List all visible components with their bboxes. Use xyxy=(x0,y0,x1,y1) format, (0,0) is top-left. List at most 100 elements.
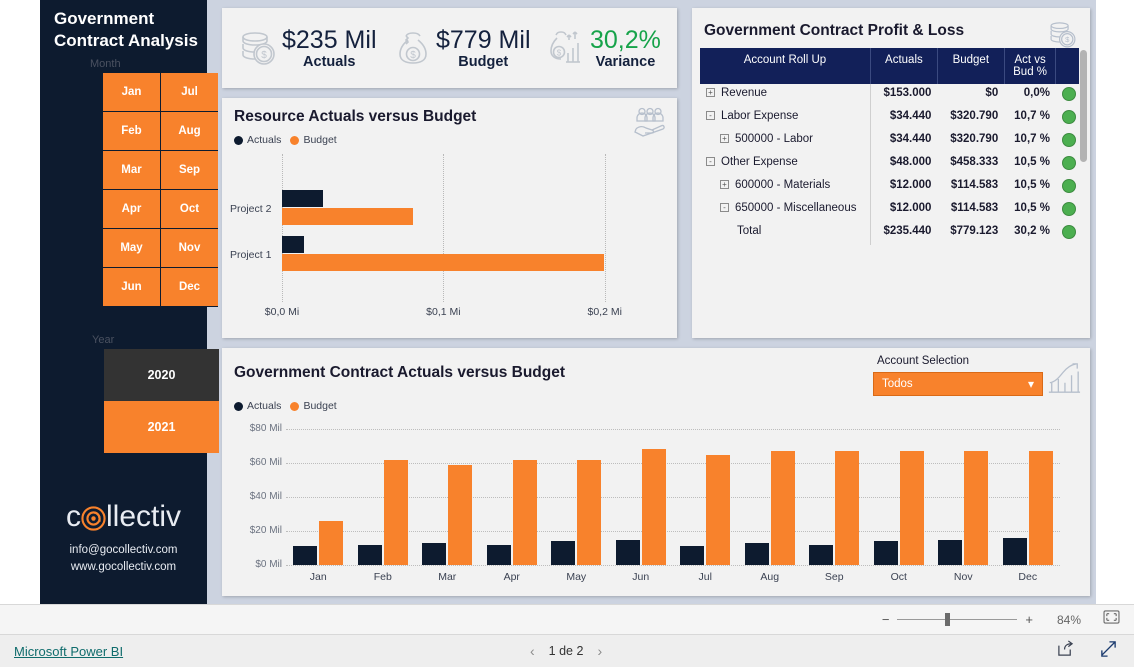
bar-actuals-project-2[interactable] xyxy=(282,190,324,207)
table-row[interactable]: - Other Expense $48.000 $458.333 10,5 % xyxy=(700,153,1082,176)
share-icon[interactable] xyxy=(1056,640,1075,662)
bar-actuals-dec[interactable] xyxy=(1002,537,1027,565)
bar-actuals-project-1[interactable] xyxy=(282,236,304,253)
bar-actuals-jun[interactable] xyxy=(615,539,640,565)
table-row[interactable]: - Labor Expense $34.440 $320.790 10,7 % xyxy=(700,107,1082,130)
bar-actuals-jul[interactable] xyxy=(680,546,705,565)
bar-budget-jan[interactable] xyxy=(319,520,344,565)
kpi-actuals: $ $235 Mil Actuals xyxy=(236,8,377,88)
collapse-icon[interactable]: - xyxy=(706,157,715,166)
resource-chart-panel: Resource Actuals versus Budget Actuals B… xyxy=(222,98,677,338)
month-slicer-label: Month xyxy=(90,58,121,70)
bar-budget-project-1[interactable] xyxy=(282,254,605,271)
kpi-variance: $ 30,2% Variance xyxy=(544,8,661,88)
kpi-actuals-value: $235 Mil xyxy=(282,26,377,54)
year-slicer[interactable]: 2020 2021 xyxy=(104,349,219,453)
contact-email: info@gocollectiv.com xyxy=(69,544,178,556)
collapse-icon[interactable]: - xyxy=(706,111,715,120)
zoom-slider-thumb[interactable] xyxy=(945,613,951,626)
pl-cell-account: -650000 - Miscellaneous xyxy=(700,199,871,222)
x-axis-tick-label: Aug xyxy=(760,571,780,583)
pl-table-scrollbar[interactable] xyxy=(1079,48,1088,331)
month-button-may[interactable]: May xyxy=(103,229,160,268)
expand-icon[interactable]: + xyxy=(706,88,715,97)
bar-actuals-jan[interactable] xyxy=(293,546,318,565)
bar-actuals-feb[interactable] xyxy=(357,544,382,565)
year-button-2021[interactable]: 2021 xyxy=(104,401,219,453)
month-button-sep[interactable]: Sep xyxy=(161,151,218,190)
month-button-nov[interactable]: Nov xyxy=(161,229,218,268)
month-button-apr[interactable]: Apr xyxy=(103,190,160,229)
pl-table-container[interactable]: Account Roll Up Actuals Budget Act vs Bu… xyxy=(700,48,1082,331)
bar-budget-feb[interactable] xyxy=(383,459,408,565)
y-axis-category-label: Project 1 xyxy=(230,249,272,261)
microsoft-power-bi-link[interactable]: Microsoft Power BI xyxy=(14,644,123,659)
pl-table: Account Roll Up Actuals Budget Act vs Bu… xyxy=(700,48,1082,245)
bar-budget-apr[interactable] xyxy=(512,459,537,565)
bar-actuals-mar[interactable] xyxy=(422,542,447,565)
month-button-jan[interactable]: Jan xyxy=(103,73,160,112)
month-button-dec[interactable]: Dec xyxy=(161,268,218,307)
table-row[interactable]: +600000 - Materials $12.000 $114.583 10,5 % xyxy=(700,176,1082,199)
month-button-jul[interactable]: Jul xyxy=(161,73,218,112)
bar-actuals-may[interactable] xyxy=(551,541,576,565)
col-act-vs-bud[interactable]: Act vs Bud % xyxy=(1004,48,1057,84)
month-button-mar[interactable]: Mar xyxy=(103,151,160,190)
money-growth-icon: $ xyxy=(544,25,590,71)
chevron-right-icon[interactable]: › xyxy=(597,643,602,659)
expand-icon[interactable]: + xyxy=(720,180,729,189)
status-badge xyxy=(1061,110,1076,124)
kpi-actuals-label: Actuals xyxy=(303,54,356,70)
bar-budget-mar[interactable] xyxy=(448,464,473,565)
pl-scrollbar-thumb[interactable] xyxy=(1080,50,1087,162)
table-row[interactable]: + Revenue $153.000 $0 0,0% xyxy=(700,84,1082,107)
col-budget[interactable]: Budget xyxy=(937,48,1005,84)
bar-actuals-sep[interactable] xyxy=(809,544,834,565)
bar-actuals-apr[interactable] xyxy=(486,544,511,565)
x-axis-tick-label: Sep xyxy=(824,571,844,583)
col-actuals[interactable]: Actuals xyxy=(870,48,938,84)
month-button-oct[interactable]: Oct xyxy=(161,190,218,229)
expand-icon[interactable]: + xyxy=(720,134,729,143)
bar-budget-may[interactable] xyxy=(577,459,602,565)
chevron-left-icon[interactable]: ‹ xyxy=(530,643,535,659)
fullscreen-icon[interactable] xyxy=(1099,640,1118,663)
bar-budget-nov[interactable] xyxy=(964,451,989,565)
zoom-slider-track[interactable] xyxy=(897,613,1018,626)
pl-cell-pct: 10,7 % xyxy=(1004,130,1056,153)
pl-cell-pct: 10,5 % xyxy=(1004,153,1056,176)
fit-to-page-icon[interactable] xyxy=(1103,610,1120,629)
zoom-out-button[interactable]: − xyxy=(882,612,890,627)
month-button-feb[interactable]: Feb xyxy=(103,112,160,151)
bar-budget-jul[interactable] xyxy=(706,454,731,565)
x-axis-tick-label: $0,0 Mi xyxy=(264,306,300,318)
bar-budget-aug[interactable] xyxy=(770,451,795,565)
bar-budget-oct[interactable] xyxy=(899,451,924,565)
bar-budget-jun[interactable] xyxy=(641,449,666,565)
bar-actuals-aug[interactable] xyxy=(744,542,769,565)
col-account-roll-up[interactable]: Account Roll Up xyxy=(700,48,871,84)
x-axis-tick-label: Feb xyxy=(373,571,392,583)
zoom-in-button[interactable]: + xyxy=(1025,612,1033,627)
report-canvas: Government Contract Analysis Month Jan Ju… xyxy=(0,0,1134,604)
table-row[interactable]: -650000 - Miscellaneous $12.000 $114.583 10… xyxy=(700,199,1082,222)
table-row[interactable]: Total $235.440 $779.123 30,2 % xyxy=(700,222,1082,245)
month-button-jun[interactable]: Jun xyxy=(103,268,160,307)
bar-actuals-nov[interactable] xyxy=(938,539,963,565)
bar-budget-sep[interactable] xyxy=(835,451,860,565)
month-button-aug[interactable]: Aug xyxy=(161,112,218,151)
collapse-icon[interactable]: - xyxy=(720,203,729,212)
y-axis-tick-label: $80 Mil xyxy=(249,423,282,434)
bar-budget-project-2[interactable] xyxy=(282,208,414,225)
y-axis-tick-label: $0 Mil xyxy=(255,559,282,570)
logo-prefix: c xyxy=(65,500,81,533)
pl-account-label: Other Expense xyxy=(721,156,798,168)
bar-budget-dec[interactable] xyxy=(1028,451,1053,565)
pl-cell-budget: $458.333 xyxy=(937,153,1005,176)
y-axis-tick-label: $40 Mil xyxy=(249,491,282,502)
x-axis-tick-label: Jun xyxy=(632,571,650,583)
month-slicer[interactable]: Jan Jul Feb Aug Mar Sep Apr Oct May Nov Jun Dec xyxy=(103,73,218,307)
bar-actuals-oct[interactable] xyxy=(873,541,898,565)
table-row[interactable]: +500000 - Labor $34.440 $320.790 10,7 % xyxy=(700,130,1082,153)
year-button-2020[interactable]: 2020 xyxy=(104,349,219,401)
